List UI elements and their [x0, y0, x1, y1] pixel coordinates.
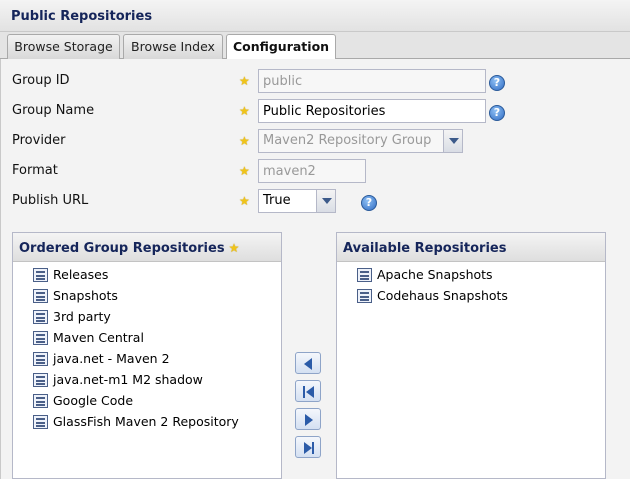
group-id-label: Group ID [12, 73, 70, 88]
arrow-left-icon [304, 358, 312, 370]
ordered-repositories-header: Ordered Group Repositories ★ [13, 233, 281, 262]
star-icon: ★ [239, 134, 250, 148]
group-name-field[interactable] [258, 99, 486, 123]
help-icon[interactable]: ? [361, 195, 377, 211]
list-item[interactable]: Maven Central [33, 328, 273, 349]
available-repositories-title: Available Repositories [343, 241, 507, 256]
provider-select[interactable]: Maven2 Repository Group [258, 129, 463, 153]
ordered-repositories-panel: Ordered Group Repositories ★ Releases Sna… [12, 232, 282, 479]
publish-url-label: Publish URL [12, 193, 89, 208]
publish-url-select-value: True [263, 193, 291, 208]
list-item[interactable]: Codehaus Snapshots [357, 286, 597, 307]
tab-browse-index[interactable]: Browse Index [123, 34, 223, 59]
available-repositories-panel: Available Repositories Apache Snapshots … [336, 232, 606, 479]
provider-select-value: Maven2 Repository Group [263, 133, 432, 148]
repository-icon [33, 394, 48, 408]
list-item[interactable]: Google Code [33, 391, 273, 412]
star-icon: ★ [239, 164, 250, 178]
star-icon: ★ [239, 74, 250, 88]
arrow-right-icon [305, 414, 313, 426]
move-left-button[interactable] [295, 352, 321, 374]
repository-icon [33, 268, 48, 282]
list-item[interactable]: java.net - Maven 2 [33, 349, 273, 370]
tab-browse-storage[interactable]: Browse Storage [7, 34, 120, 59]
move-right-button[interactable] [295, 408, 321, 430]
repository-icon [33, 331, 48, 345]
provider-label: Provider [12, 133, 66, 148]
chevron-down-icon[interactable] [316, 190, 335, 212]
list-item[interactable]: Apache Snapshots [357, 265, 597, 286]
publish-url-select[interactable]: True [258, 189, 336, 213]
repository-icon [33, 289, 48, 303]
format-field[interactable] [258, 159, 366, 183]
panel-title: Public Repositories [11, 9, 153, 24]
group-id-field[interactable] [258, 69, 486, 93]
star-icon: ★ [239, 104, 250, 118]
star-icon: ★ [228, 241, 240, 255]
repository-icon [33, 373, 48, 387]
list-item[interactable]: Snapshots [33, 286, 273, 307]
list-item[interactable]: java.net-m1 M2 shadow [33, 370, 273, 391]
repository-icon [33, 310, 48, 324]
tab-strip: Browse Storage Browse Index Configuratio… [0, 32, 630, 60]
chevron-down-icon[interactable] [443, 130, 462, 152]
help-icon[interactable]: ? [489, 75, 505, 91]
repository-icon [357, 289, 372, 303]
list-item[interactable]: Releases [33, 265, 273, 286]
repository-icon [33, 352, 48, 366]
star-icon: ★ [239, 194, 250, 208]
repository-icon [33, 415, 48, 429]
panel-header: Public Repositories [0, 0, 630, 32]
repository-icon [357, 268, 372, 282]
tab-configuration[interactable]: Configuration [226, 34, 336, 60]
group-name-label: Group Name [12, 103, 95, 118]
move-all-right-button[interactable] [295, 436, 321, 458]
help-icon[interactable]: ? [489, 105, 505, 121]
available-repositories-header: Available Repositories [337, 233, 605, 262]
format-label: Format [12, 163, 58, 178]
list-item[interactable]: 3rd party [33, 307, 273, 328]
move-all-left-button[interactable] [295, 380, 321, 402]
ordered-repositories-title: Ordered Group Repositories ★ [19, 241, 240, 256]
list-item[interactable]: GlassFish Maven 2 Repository [33, 412, 273, 433]
